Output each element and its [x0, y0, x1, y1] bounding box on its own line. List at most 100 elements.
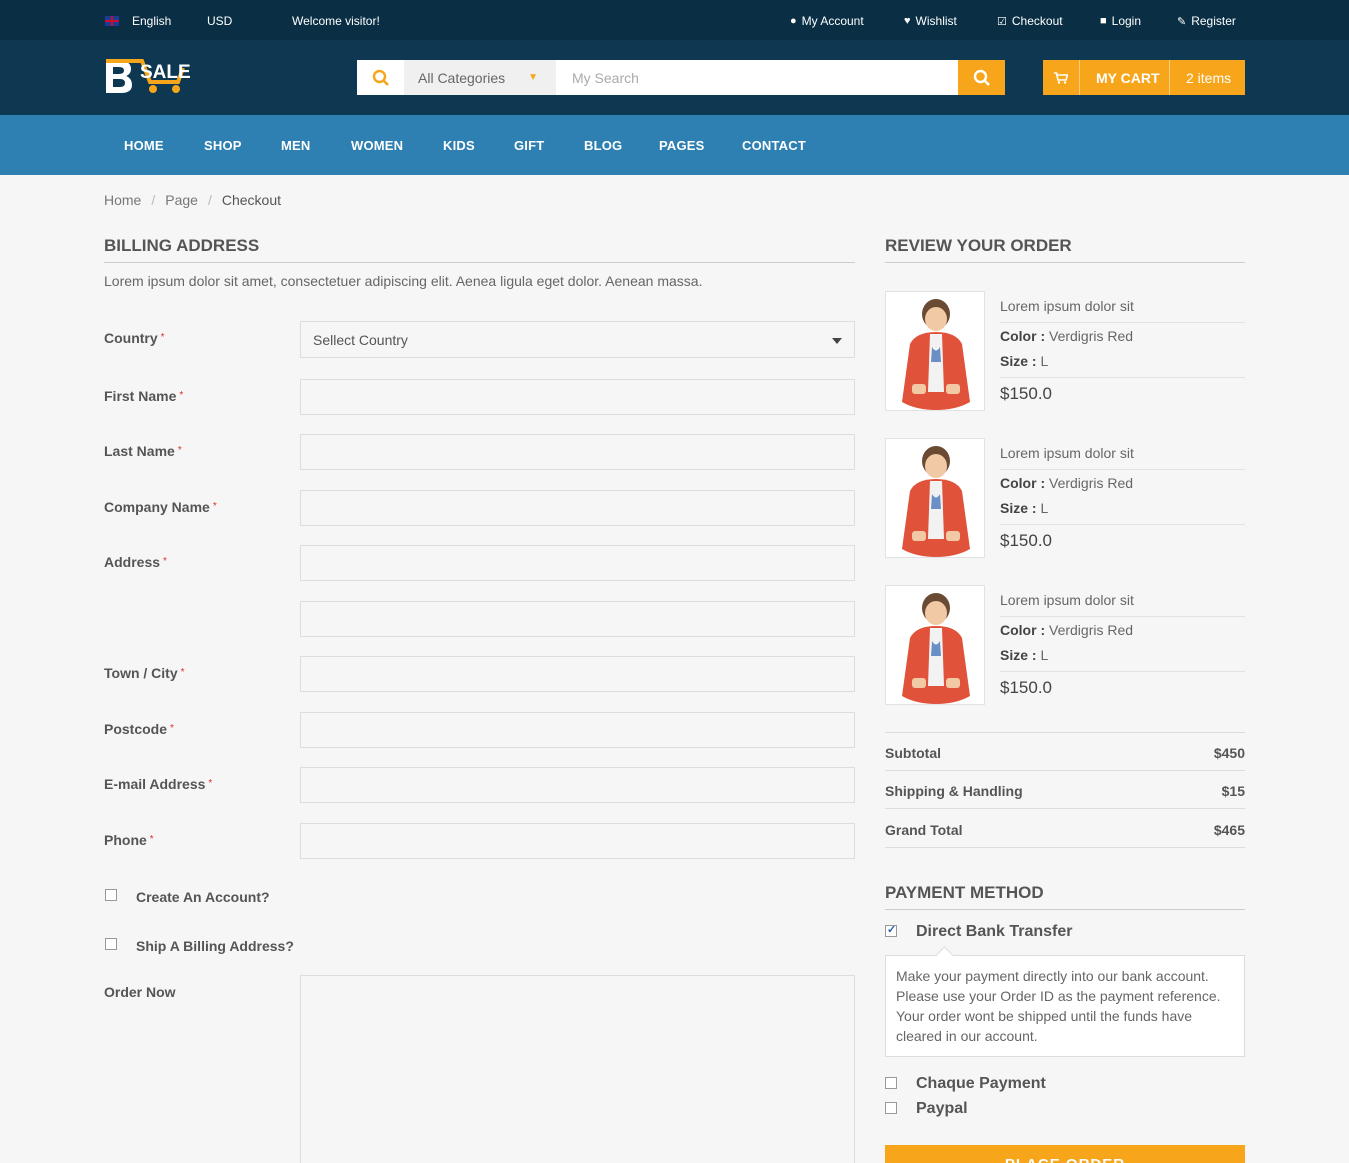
company-name-label: Company Name *	[104, 499, 217, 515]
cart-button[interactable]: MY CART 2 items	[1043, 60, 1245, 95]
color-label: Color :	[1000, 475, 1046, 491]
product-name[interactable]: Lorem ipsum dolor sit	[1000, 445, 1245, 470]
color-value: Verdigris Red	[1049, 475, 1134, 491]
divider	[1000, 524, 1245, 525]
product-name[interactable]: Lorem ipsum dolor sit	[1000, 592, 1245, 617]
divider	[1000, 377, 1245, 378]
nav-men[interactable]: MEN	[281, 138, 311, 153]
paypal-label[interactable]: Paypal	[916, 1100, 968, 1118]
required-mark: *	[179, 390, 184, 401]
nav-contact[interactable]: CONTACT	[742, 138, 806, 153]
logo-text: SALE	[140, 62, 190, 83]
grand-total-value: $465	[1213, 822, 1245, 838]
phone-label: Phone *	[104, 832, 154, 848]
order-item: Lorem ipsum dolor sit Color : Verdigris …	[885, 585, 1245, 705]
welcome-text: Welcome visitor!	[292, 14, 380, 28]
last-name-label-text: Last Name	[104, 443, 175, 459]
country-label-text: Country	[104, 330, 158, 346]
color-value: Verdigris Red	[1049, 328, 1134, 344]
phone-field[interactable]	[300, 823, 855, 859]
checkout-link[interactable]: ☑ Checkout	[997, 14, 1063, 28]
bank-transfer-checkbox[interactable]	[885, 923, 897, 937]
last-name-field[interactable]	[300, 434, 855, 470]
town-city-field[interactable]	[300, 656, 855, 692]
product-photo	[886, 439, 984, 557]
product-price: $150.0	[1000, 531, 1052, 550]
subtotal-label: Subtotal	[885, 745, 941, 761]
shopping-cart-icon	[1043, 60, 1080, 95]
divider	[1000, 671, 1245, 672]
ship-billing-checkbox[interactable]	[105, 938, 117, 950]
search-icon	[357, 60, 404, 95]
nav-gift[interactable]: GIFT	[514, 138, 544, 153]
product-name[interactable]: Lorem ipsum dolor sit	[1000, 298, 1245, 323]
checkout-label: Checkout	[1011, 14, 1063, 28]
create-account-checkbox[interactable]	[105, 889, 117, 901]
first-name-field[interactable]	[300, 379, 855, 415]
address-line2-field[interactable]	[300, 601, 855, 637]
cart-count: 2 items	[1186, 70, 1232, 86]
search-button[interactable]	[958, 60, 1005, 95]
nav-pages[interactable]: PAGES	[659, 138, 705, 153]
shipping-value: $15	[1221, 783, 1245, 799]
size-label: Size :	[1000, 353, 1037, 369]
product-color: Color : Verdigris Red	[1000, 622, 1133, 638]
address-label: Address *	[104, 554, 167, 570]
bank-transfer-label[interactable]: Direct Bank Transfer	[916, 923, 1073, 941]
email-field[interactable]	[300, 767, 855, 803]
breadcrumb-home[interactable]: Home	[104, 192, 141, 208]
email-label-text: E-mail Address	[104, 776, 206, 792]
category-select-label: All Categories	[418, 69, 506, 86]
wishlist-link[interactable]: ♥ Wishlist	[904, 14, 957, 28]
login-label: Login	[1111, 14, 1142, 28]
order-notes-textarea[interactable]	[300, 975, 855, 1163]
paypal-checkbox[interactable]	[885, 1102, 897, 1114]
search-input[interactable]	[558, 60, 958, 95]
color-label: Color :	[1000, 622, 1046, 638]
site-header: SALE All Categories ▼ MY CART 2 items	[0, 40, 1349, 115]
product-image[interactable]	[885, 585, 985, 705]
register-link[interactable]: ✎ Register	[1177, 14, 1236, 28]
breadcrumb-page[interactable]: Page	[165, 192, 198, 208]
nav-kids[interactable]: KIDS	[443, 138, 475, 153]
country-select[interactable]: Sellect Country	[300, 321, 855, 358]
required-mark: *	[160, 332, 165, 343]
required-mark: *	[177, 445, 182, 456]
required-mark: *	[180, 667, 185, 678]
category-select[interactable]: All Categories ▼	[404, 60, 556, 95]
grand-total-label: Grand Total	[885, 822, 963, 838]
currency-label: USD	[207, 14, 233, 28]
cheque-payment-label[interactable]: Chaque Payment	[916, 1075, 1046, 1093]
site-logo[interactable]: SALE	[104, 58, 191, 96]
country-label: Country *	[104, 330, 165, 346]
company-name-field[interactable]	[300, 490, 855, 526]
billing-intro: Lorem ipsum dolor sit amet, consectetuer…	[104, 273, 703, 289]
caret-down-icon	[832, 338, 842, 344]
postcode-field[interactable]	[300, 712, 855, 748]
postcode-label-text: Postcode	[104, 721, 168, 737]
address-line1-field[interactable]	[300, 545, 855, 581]
nav-blog[interactable]: BLOG	[584, 138, 622, 153]
size-value: L	[1040, 500, 1049, 516]
cheque-payment-checkbox[interactable]	[885, 1077, 897, 1089]
cart-label: MY CART	[1096, 70, 1160, 86]
product-size: Size : L	[1000, 353, 1048, 369]
currency-selector[interactable]: USD	[207, 14, 232, 28]
welcome-label: Welcome visitor!	[292, 14, 380, 28]
payment-title: PAYMENT METHOD	[885, 883, 1245, 910]
nav-women[interactable]: WOMEN	[351, 138, 403, 153]
my-account-link[interactable]: ● My Account	[790, 14, 864, 28]
create-account-label[interactable]: Create An Account?	[136, 889, 270, 905]
first-name-label: First Name *	[104, 388, 183, 404]
ship-billing-label[interactable]: Ship A Billing Address?	[136, 938, 294, 954]
language-selector[interactable]: English	[105, 14, 171, 28]
login-link[interactable]: ■ Login	[1100, 14, 1141, 28]
product-image[interactable]	[885, 438, 985, 558]
nav-home[interactable]: HOME	[124, 138, 164, 153]
order-item: Lorem ipsum dolor sit Color : Verdigris …	[885, 438, 1245, 558]
product-image[interactable]	[885, 291, 985, 411]
nav-shop[interactable]: SHOP	[204, 138, 242, 153]
shipping-label: Shipping & Handling	[885, 783, 1023, 799]
product-photo	[886, 292, 984, 410]
place-order-button[interactable]: PLACE ORDER	[885, 1145, 1245, 1163]
